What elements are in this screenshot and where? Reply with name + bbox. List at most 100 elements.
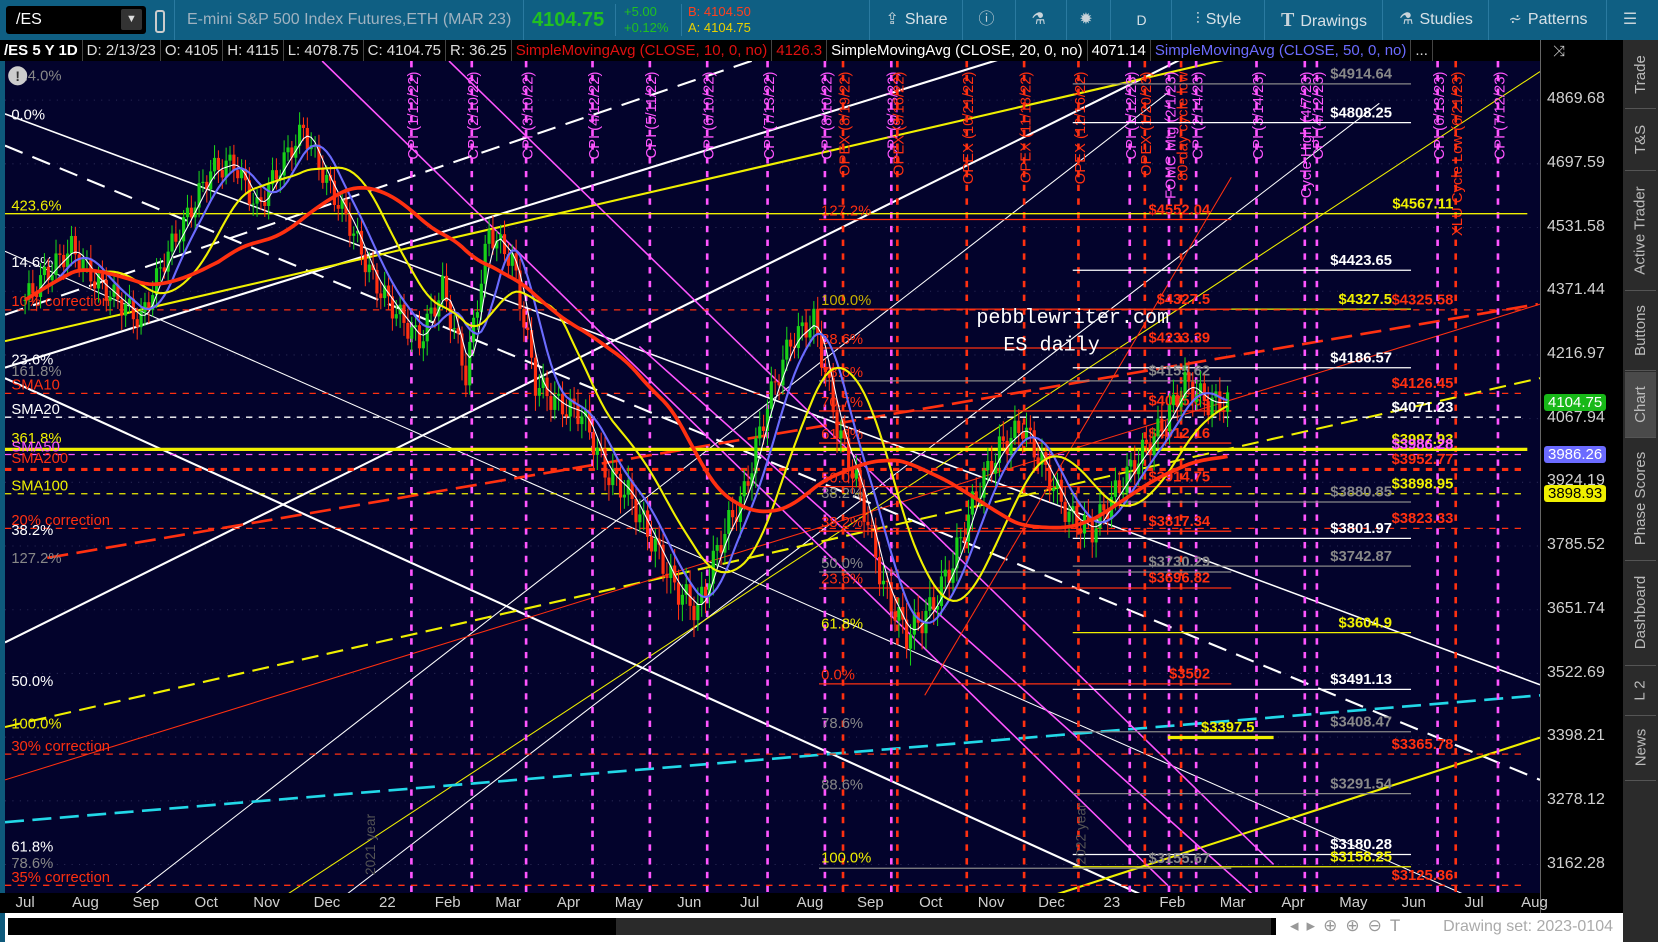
candle-body [69, 235, 74, 254]
left-level-label: 0.0% [11, 107, 45, 123]
chart-symbol-period: /ES 5 Y 1D [0, 40, 83, 61]
level-price-label: $3880.85 [1330, 485, 1392, 501]
collapse-icon[interactable]: ⤨ [1553, 43, 1565, 60]
fib-label: 0.0% [821, 668, 855, 684]
side-tab-dashboard[interactable]: Dashboard [1625, 560, 1656, 666]
left-level-label: SMA20 [11, 402, 60, 418]
chevron-down-icon[interactable]: ▼ [121, 9, 142, 30]
candle-body [908, 634, 913, 649]
left-level-label: 423.6% [11, 199, 61, 215]
candle-body [1102, 504, 1106, 511]
sma20-study[interactable]: SimpleMovingAvg (CLOSE, 20, 0, no) [827, 40, 1088, 61]
candle-body [665, 573, 669, 578]
price-axis-label: 4531.58 [1547, 217, 1605, 235]
candle-body [236, 170, 240, 179]
side-tab-news[interactable]: News [1625, 715, 1656, 781]
event-label: CPI (2/14/23) [1190, 72, 1206, 160]
candle-body [881, 580, 886, 585]
level-price-label: $3365.78 [1392, 737, 1454, 753]
side-tab-phase-scores[interactable]: Phase Scores [1625, 437, 1656, 561]
crosshair-icon[interactable]: ⊕ [1323, 916, 1345, 935]
time-axis-label: May [614, 894, 644, 911]
bar-close: C: 4104.75 [364, 40, 446, 61]
candle-body [557, 393, 561, 396]
level-price-label: $3155.67 [1148, 851, 1210, 867]
candle-body [1028, 427, 1032, 431]
candle-body [325, 174, 329, 183]
candle-body [819, 334, 824, 368]
candle-body [835, 412, 839, 439]
candle-body [124, 304, 128, 316]
drawings-button[interactable]: T Drawings [1264, 0, 1383, 40]
candle-body [1125, 466, 1129, 493]
text-tool-icon[interactable]: T [1390, 916, 1408, 935]
expand-icon[interactable]: ◂▸ [1290, 916, 1323, 935]
candle-body [201, 181, 205, 184]
drawing-set[interactable]: Drawing set: 2023-0104 [1443, 918, 1613, 936]
time-axis-label: 22 [379, 894, 396, 911]
side-tab-active-trader[interactable]: Active Trader [1625, 170, 1656, 291]
flask-button[interactable]: ⚗ [1015, 0, 1067, 40]
menu-button[interactable]: ☰ [1606, 0, 1658, 40]
side-tab-buttons[interactable]: Buttons [1625, 290, 1656, 371]
sma50-study[interactable]: SimpleMovingAvg (CLOSE, 50, 0, no) [1151, 40, 1412, 61]
candle-body [789, 339, 793, 347]
side-tab-l-2[interactable]: L 2 [1625, 665, 1656, 716]
left-level-label: 35% correction [11, 870, 110, 886]
bid-ask: B: 4104.50 A: 4104.75 [681, 4, 751, 36]
event-lines: CPI (1/12/22) CPI (2/10/22) CPI (3/10/22) C… [406, 61, 1508, 893]
more-studies[interactable]: ... [1411, 40, 1433, 61]
sma10-study[interactable]: SimpleMovingAvg (CLOSE, 10, 0, no) [512, 40, 773, 61]
candle-body [823, 367, 828, 373]
patterns-button[interactable]: ⩫ Patterns [1488, 0, 1607, 40]
time-axis-label: Feb [434, 894, 461, 911]
candle-body [595, 447, 599, 455]
time-axis-label: Jun [1401, 894, 1426, 911]
candle-body [1013, 420, 1017, 438]
candle-body [42, 266, 47, 276]
left-level-label: SMA200 [11, 451, 68, 467]
candle-body [232, 154, 236, 171]
event-label: CPI (6/10/22) [702, 72, 718, 160]
time-axis-label: Feb [1159, 894, 1186, 911]
studies-button[interactable]: ⚗ Studies [1382, 0, 1489, 40]
side-tab-label: Buttons [1632, 304, 1649, 356]
candle-body [773, 381, 777, 383]
candle-body [182, 217, 186, 242]
side-tab-t-s[interactable]: T&S [1625, 108, 1656, 171]
settings-button[interactable]: ✹ [1066, 0, 1111, 40]
info-button[interactable]: ⓘ [962, 0, 1016, 40]
price-chart[interactable]: CPI (1/12/22) CPI (2/10/22) CPI (3/10/22) C… [5, 61, 1540, 893]
candle-body [1171, 394, 1176, 406]
level-price-label: $3604.9 [1338, 615, 1391, 631]
alert-icon[interactable]: ! [8, 66, 28, 86]
candle-body [526, 327, 530, 331]
candle-body [441, 275, 445, 301]
fib-label: 70.7% [821, 395, 863, 411]
event-label: CPI (1/12/23) [1124, 72, 1140, 160]
side-tab-trade[interactable]: Trade [1625, 40, 1656, 109]
bar-date: D: 2/13/23 [83, 40, 161, 61]
link-icon[interactable] [155, 10, 165, 33]
horizontal-scrollbar[interactable] [8, 918, 1276, 935]
level-price-label: $4325.58 [1392, 293, 1454, 309]
candle-body [108, 296, 112, 301]
share-button[interactable]: ⇪ Share [869, 0, 963, 40]
side-tab-chart[interactable]: Chart [1625, 372, 1656, 438]
price-axis[interactable]: ⤨ 4869.68 4697.59 4531.58 4371.44 4216.97 406… [1540, 40, 1623, 913]
symbol-selector[interactable]: /ES ▼ [6, 6, 146, 34]
candle-body [731, 510, 735, 518]
timeframe-button[interactable]: D [1110, 0, 1172, 40]
scrollbar-thumb[interactable] [616, 918, 1271, 935]
last-price: 4104.75 [523, 0, 612, 40]
level-price-label: $3986.28 [1392, 437, 1454, 453]
candle-body [943, 569, 947, 577]
candle-body [986, 460, 990, 471]
candle-body [158, 267, 162, 269]
zoom-out-icon[interactable]: ⊖ [1368, 916, 1390, 935]
side-tab-label: Phase Scores [1632, 451, 1650, 546]
style-button[interactable]: ⫶ Style [1171, 0, 1265, 40]
event-label: CPI (4/12/22) [587, 72, 603, 160]
zoom-in-icon[interactable]: ⊕ [1345, 916, 1367, 935]
time-axis-label: Jul [740, 894, 760, 911]
